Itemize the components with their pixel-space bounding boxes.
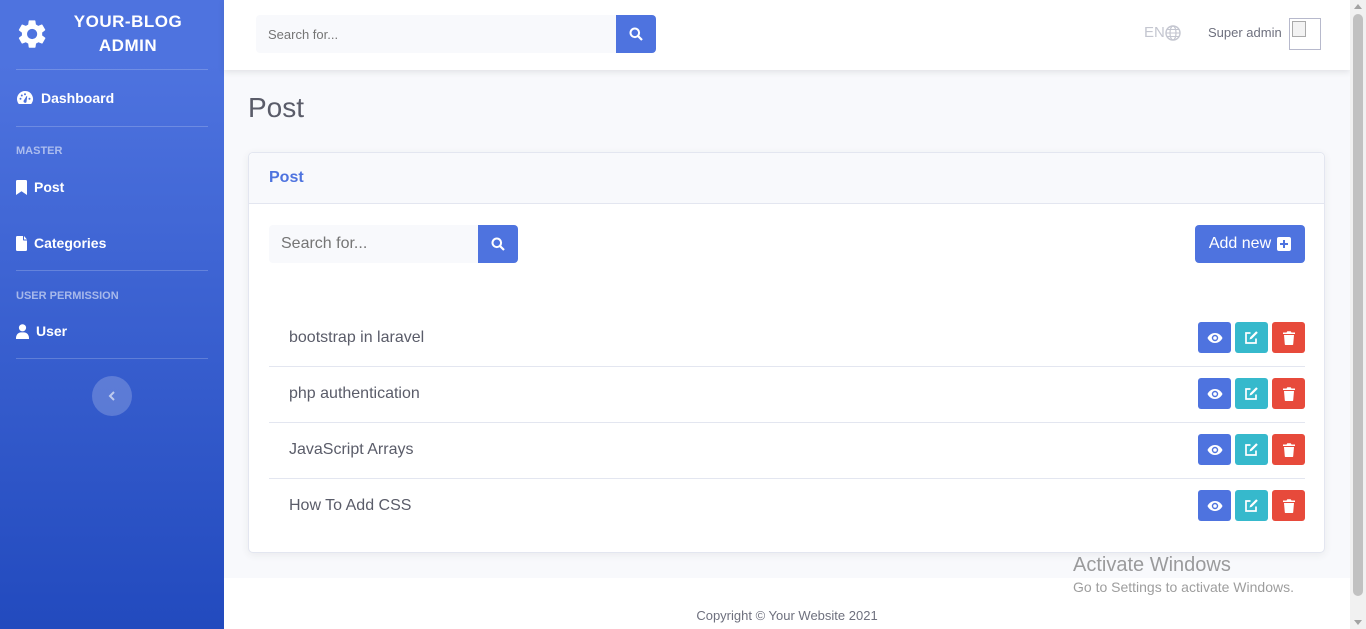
tachometer-icon [17, 90, 34, 104]
sidebar-divider [16, 69, 208, 70]
sidebar-divider [16, 270, 208, 271]
sidebar-heading-master: MASTER [16, 145, 63, 157]
brand-text: YOUR-BLOG ADMIN [60, 10, 196, 58]
edit-button[interactable] [1235, 378, 1268, 409]
sidebar-brand[interactable]: YOUR-BLOG ADMIN [0, 0, 224, 70]
list-item: php authentication [269, 367, 1305, 423]
sidebar-toggle-button[interactable] [92, 376, 132, 416]
page-title: Post [248, 92, 305, 123]
sidebar-divider [16, 358, 208, 359]
page-scrollbar[interactable] [1350, 0, 1366, 629]
trash-icon [1282, 498, 1295, 513]
post-search-button[interactable] [478, 225, 518, 263]
language-switcher[interactable]: EN [1144, 24, 1181, 41]
watermark-subtitle: Go to Settings to activate Windows. [1073, 579, 1294, 595]
add-new-label: Add new [1208, 235, 1272, 252]
edit-icon [1245, 331, 1258, 344]
delete-button[interactable] [1272, 490, 1305, 521]
trash-icon [1282, 442, 1295, 457]
search-icon [629, 27, 643, 41]
user-name[interactable]: Super admin [1208, 25, 1282, 40]
delete-button[interactable] [1272, 434, 1305, 465]
edit-button[interactable] [1235, 490, 1268, 521]
sidebar-item-label: User [36, 323, 68, 339]
topbar: EN Super admin [224, 0, 1350, 70]
view-button[interactable] [1198, 434, 1231, 465]
eye-icon [1207, 388, 1222, 399]
post-list: bootstrap in laravel php authentication [269, 311, 1305, 535]
broken-image-icon [1292, 21, 1306, 37]
post-title: bootstrap in laravel [289, 329, 425, 346]
row-actions [1194, 322, 1305, 353]
sidebar-item-label: Dashboard [41, 90, 115, 106]
sidebar-item-label: Categories [34, 235, 107, 251]
eye-icon [1207, 444, 1222, 455]
globe-icon [1165, 24, 1181, 41]
sidebar-divider [16, 126, 208, 127]
topbar-search-button[interactable] [616, 15, 656, 53]
search-icon [491, 237, 505, 251]
brand-line-2: ADMIN [98, 36, 158, 55]
trash-icon [1282, 330, 1295, 345]
file-icon [16, 235, 27, 251]
row-actions [1194, 434, 1305, 465]
scroll-down-arrow-icon[interactable] [1354, 620, 1362, 625]
sidebar-item-dashboard[interactable]: Dashboard [16, 90, 114, 106]
post-title: JavaScript Arrays [289, 441, 414, 458]
view-button[interactable] [1198, 322, 1231, 353]
delete-button[interactable] [1272, 322, 1305, 353]
row-actions [1194, 490, 1305, 521]
plus-square-icon [1277, 237, 1292, 251]
list-item: JavaScript Arrays [269, 423, 1305, 479]
avatar[interactable] [1289, 18, 1321, 50]
language-label: EN [1144, 24, 1165, 41]
list-item: bootstrap in laravel [269, 311, 1305, 367]
scroll-up-arrow-icon[interactable] [1354, 4, 1362, 9]
eye-icon [1207, 332, 1222, 343]
sidebar-item-categories[interactable]: Categories [16, 235, 106, 251]
list-item: How To Add CSS [269, 479, 1305, 535]
edit-icon [1245, 499, 1258, 512]
bookmark-icon [16, 179, 27, 195]
scrollbar-thumb[interactable] [1353, 14, 1363, 596]
sidebar-item-user[interactable]: User [16, 323, 67, 339]
add-new-button[interactable]: Add new [1195, 225, 1305, 263]
view-button[interactable] [1198, 378, 1231, 409]
chevron-left-icon [108, 391, 115, 401]
post-title: How To Add CSS [289, 497, 412, 514]
trash-icon [1282, 386, 1295, 401]
edit-icon [1245, 387, 1258, 400]
sidebar: YOUR-BLOG ADMIN Dashboard MASTER Post Ca… [0, 0, 224, 629]
post-search-input[interactable] [269, 225, 478, 263]
sidebar-item-post[interactable]: Post [16, 179, 64, 195]
topbar-search-input[interactable] [256, 15, 616, 53]
edit-icon [1245, 443, 1258, 456]
sidebar-item-label: Post [34, 179, 65, 195]
card-title: Post [269, 169, 304, 186]
post-title: php authentication [289, 385, 420, 402]
gear-icon [18, 20, 46, 48]
watermark-title: Activate Windows [1073, 554, 1231, 576]
edit-button[interactable] [1235, 322, 1268, 353]
card-header: Post [249, 153, 1324, 204]
view-button[interactable] [1198, 490, 1231, 521]
copyright-text: Copyright © Your Website 2021 [696, 608, 878, 623]
eye-icon [1207, 500, 1222, 511]
sidebar-heading-user-permission: USER PERMISSION [16, 290, 119, 302]
delete-button[interactable] [1272, 378, 1305, 409]
brand-line-1: YOUR-BLOG [73, 12, 183, 31]
edit-button[interactable] [1235, 434, 1268, 465]
row-actions [1194, 378, 1305, 409]
user-icon [16, 323, 29, 339]
post-card: Post Add new bootstrap in laravel [248, 152, 1325, 553]
activate-windows-watermark: Activate Windows Go to Settings to activ… [1073, 554, 1294, 595]
